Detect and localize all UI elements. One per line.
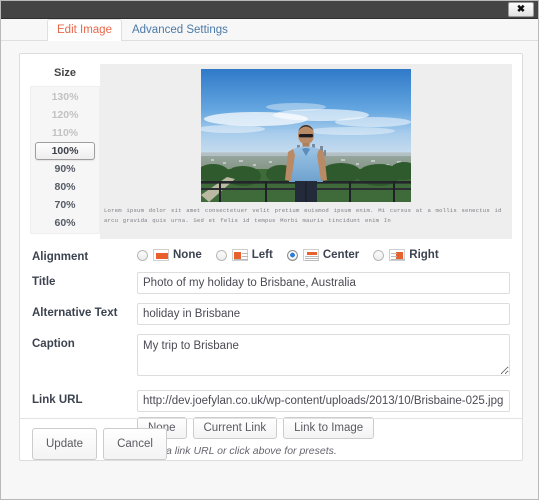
alignment-option-right[interactable]: Right: [373, 249, 439, 261]
modal-title-bar: ✖: [1, 1, 538, 19]
alignment-options: None Left Center Right: [137, 247, 510, 261]
tab-edit-image-label: Edit Image: [57, 24, 112, 36]
align-center-icon: [302, 249, 319, 261]
size-option-110: 110%: [51, 127, 79, 139]
link-url-input[interactable]: [137, 390, 510, 412]
alignment-option-none[interactable]: None: [137, 249, 202, 261]
alt-text-row: Alternative Text: [32, 303, 510, 325]
size-option-list: 130% 120% 110% 100% 90% 80% 70% 60%: [30, 86, 100, 234]
preview-image-wrap: [100, 64, 512, 202]
size-option-70[interactable]: 70%: [31, 196, 99, 214]
size-option-130: 130%: [51, 91, 79, 103]
alignment-option-center-label: Center: [322, 249, 360, 261]
size-option-100[interactable]: 100%: [35, 142, 95, 160]
alignment-option-center[interactable]: Center: [286, 249, 360, 261]
tab-advanced-settings-label: Advanced Settings: [131, 24, 228, 36]
alignment-radio-center[interactable]: [286, 249, 298, 261]
alignment-option-right-label: Right: [409, 249, 439, 261]
alignment-option-left-label: Left: [251, 249, 273, 261]
align-none-icon: [153, 249, 169, 261]
caption-label: Caption: [32, 338, 75, 350]
tab-strip: Edit Image Advanced Settings: [1, 19, 538, 41]
modal-footer: Update Cancel: [20, 418, 522, 460]
image-preview-pane: Lorem ipsum dolor sit amet consectetuer …: [100, 64, 512, 239]
preview-image: [201, 69, 411, 202]
title-label: Title: [32, 276, 56, 288]
title-row: Title: [32, 272, 510, 294]
size-option-90[interactable]: 90%: [31, 160, 99, 178]
align-right-icon: [389, 249, 406, 261]
size-option-120: 120%: [51, 109, 79, 121]
edit-image-panel: Size 130% 120% 110% 100% 90% 80% 70% 60%: [19, 53, 523, 461]
alignment-row: Alignment None Left Center Right: [32, 247, 510, 263]
tab-advanced-settings[interactable]: Advanced Settings: [122, 19, 238, 41]
align-left-icon: [231, 249, 248, 261]
size-option-60[interactable]: 60%: [31, 214, 99, 232]
close-icon: ✖: [516, 3, 526, 15]
size-column: Size 130% 120% 110% 100% 90% 80% 70% 60%: [30, 64, 100, 239]
alignment-radio-right[interactable]: [373, 249, 385, 261]
title-input[interactable]: [137, 272, 510, 294]
alignment-radio-none[interactable]: [137, 249, 148, 261]
size-heading: Size: [53, 67, 76, 79]
caption-textarea[interactable]: My trip to Brisbane: [137, 334, 510, 376]
size-option-80[interactable]: 80%: [31, 178, 99, 196]
update-button[interactable]: Update: [32, 428, 98, 460]
cancel-button[interactable]: Cancel: [103, 428, 167, 460]
preview-row: Size 130% 120% 110% 100% 90% 80% 70% 60%: [30, 64, 512, 239]
close-button[interactable]: ✖: [508, 2, 534, 17]
edit-image-modal: ✖ Edit Image Advanced Settings Size 130%…: [0, 0, 539, 500]
caption-row: Caption My trip to Brisbane: [32, 334, 510, 381]
preview-lorem-text: Lorem ipsum dolor sit amet consectetuer …: [104, 207, 502, 224]
alignment-label: Alignment: [32, 251, 89, 263]
alignment-option-left[interactable]: Left: [215, 249, 273, 261]
tab-edit-image[interactable]: Edit Image: [47, 19, 122, 41]
alt-text-input[interactable]: [137, 303, 510, 325]
alt-text-label: Alternative Text: [32, 307, 118, 319]
alignment-option-none-label: None: [173, 249, 202, 261]
alignment-radio-left[interactable]: [215, 249, 227, 261]
link-url-label: Link URL: [32, 394, 83, 406]
